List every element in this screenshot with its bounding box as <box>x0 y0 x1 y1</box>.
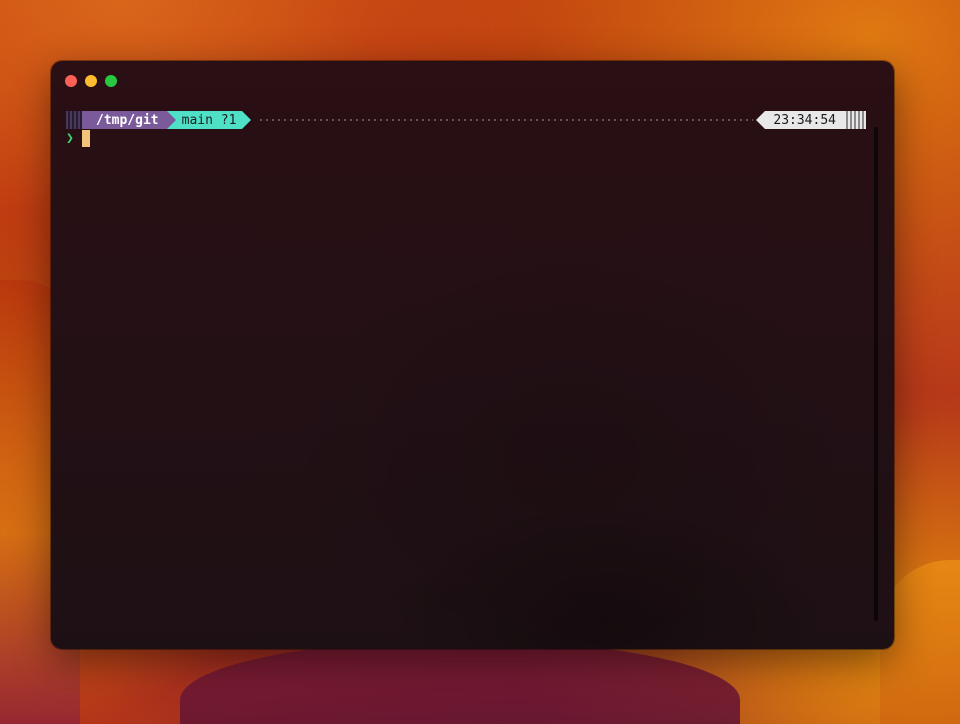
prompt-directory: /tmp/git <box>96 112 159 128</box>
window-controls <box>65 75 117 87</box>
prompt-right-decoration <box>844 111 866 129</box>
text-cursor <box>82 129 90 147</box>
terminal-window[interactable]: /tmp/git main ?1 23:34:54 ❯ <box>51 61 894 649</box>
prompt-time: 23:34:54 <box>773 112 836 128</box>
prompt-git-segment: main ?1 <box>166 111 252 129</box>
prompt-line: /tmp/git main ?1 23:34:54 <box>66 111 866 129</box>
prompt-git-status: ?1 <box>220 112 237 128</box>
close-icon[interactable] <box>65 75 77 87</box>
prompt-left-decoration <box>66 111 82 129</box>
minimize-icon[interactable] <box>85 75 97 87</box>
maximize-icon[interactable] <box>105 75 117 87</box>
prompt-directory-segment: /tmp/git <box>82 111 176 129</box>
wallpaper-shape-bottom <box>180 640 740 724</box>
prompt-time-segment: 23:34:54 <box>756 111 844 129</box>
prompt-dotted-filler <box>258 119 754 121</box>
scrollbar[interactable] <box>874 127 878 621</box>
prompt-chevron-icon: ❯ <box>66 130 74 146</box>
prompt-git-branch: main <box>181 112 213 128</box>
command-input-line[interactable]: ❯ <box>66 129 90 147</box>
